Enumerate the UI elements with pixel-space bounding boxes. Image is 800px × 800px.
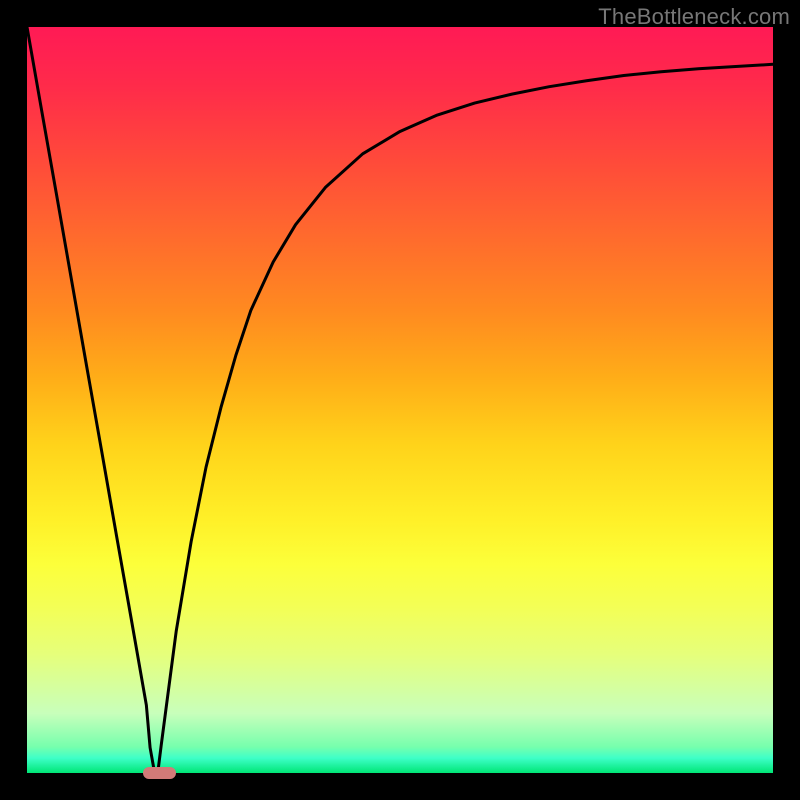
plot-area [27,27,773,773]
optimal-range-marker [143,767,177,779]
chart-frame: TheBottleneck.com [0,0,800,800]
bottleneck-curve [27,27,773,773]
